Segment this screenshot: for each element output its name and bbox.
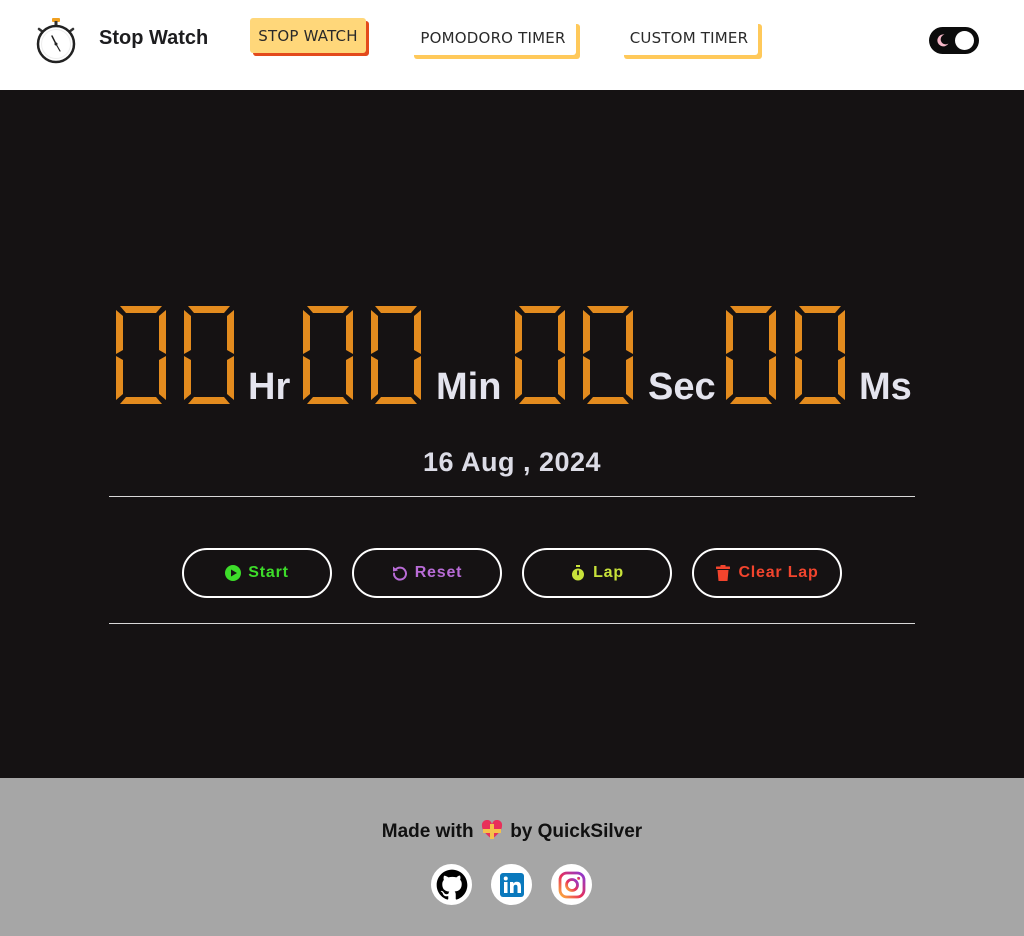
stopwatch-icon: [572, 565, 585, 581]
start-label: Start: [248, 564, 289, 581]
reset-button[interactable]: Reset: [352, 548, 502, 598]
milliseconds-digit-1: [726, 306, 776, 404]
made-with-suffix: by QuickSilver: [510, 821, 643, 842]
nav-stop-watch[interactable]: STOP WATCH: [250, 18, 366, 53]
hours-digit-1: [116, 306, 166, 404]
clear-lap-label: Clear Lap: [738, 564, 819, 581]
current-date: 16 Aug , 2024: [422, 447, 602, 477]
reset-label: Reset: [414, 564, 463, 581]
lap-label: Lap: [593, 564, 624, 581]
stopwatch-logo-icon: [33, 17, 79, 65]
seconds-unit: Sec: [648, 366, 716, 408]
github-icon: [436, 869, 467, 900]
clear-lap-button[interactable]: Clear Lap: [692, 548, 842, 598]
moon-icon: [937, 34, 949, 47]
instagram-link[interactable]: [551, 864, 592, 905]
instagram-icon: [558, 871, 585, 898]
divider-bottom: [109, 623, 915, 624]
github-link[interactable]: [431, 864, 472, 905]
lap-button[interactable]: Lap: [522, 548, 672, 598]
play-circle-icon: [225, 565, 242, 581]
toggle-knob: [955, 31, 974, 50]
seconds-digit-2: [583, 306, 633, 404]
seconds-digit-1: [515, 306, 565, 404]
nav-pomodoro-timer[interactable]: POMODORO TIMER: [410, 20, 576, 55]
nav-custom-timer[interactable]: CUSTOM TIMER: [620, 20, 758, 55]
minutes-digit-1: [303, 306, 353, 404]
made-with-text: Made with by QuickSilver: [0, 820, 1024, 843]
app-title: Stop Watch: [99, 27, 209, 49]
footer: Made with by QuickSilver: [0, 778, 1024, 936]
minutes-unit: Min: [436, 366, 502, 408]
hours-unit: Hr: [248, 366, 291, 408]
trash-icon: [716, 565, 731, 581]
theme-toggle[interactable]: [929, 27, 979, 54]
linkedin-link[interactable]: [491, 864, 532, 905]
heart-icon: [481, 820, 502, 839]
timer-display: Hr Min Sec Ms: [110, 300, 920, 415]
top-navbar: Stop Watch STOP WATCH POMODORO TIMER CUS…: [0, 0, 1024, 90]
minutes-digit-2: [371, 306, 421, 404]
hours-digit-2: [184, 306, 234, 404]
start-button[interactable]: Start: [182, 548, 332, 598]
divider-top: [109, 496, 915, 497]
linkedin-icon: [499, 872, 524, 897]
milliseconds-digit-2: [795, 306, 845, 404]
milliseconds-unit: Ms: [859, 366, 912, 408]
made-with-prefix: Made with: [381, 821, 474, 842]
rotate-left-icon: [392, 566, 407, 581]
